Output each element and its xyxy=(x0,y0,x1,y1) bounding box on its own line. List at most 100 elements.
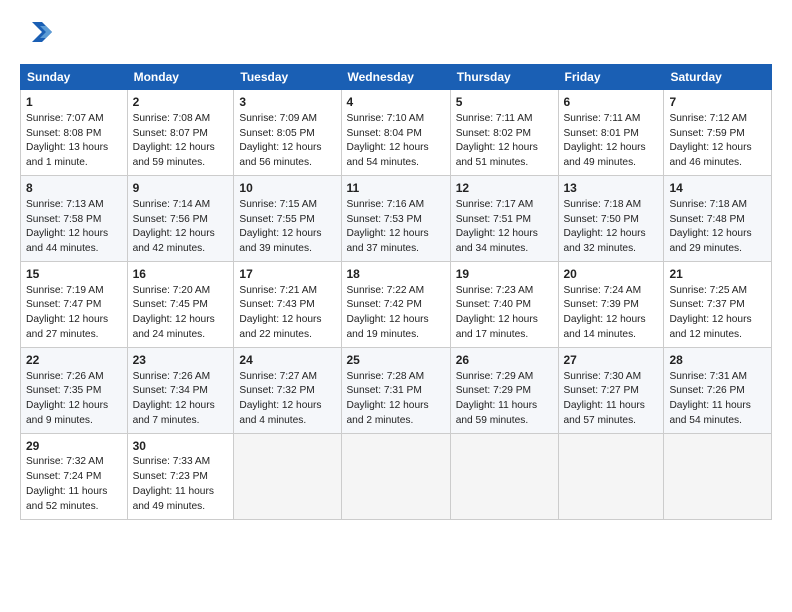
calendar-cell: 12Sunrise: 7:17 AM Sunset: 7:51 PM Dayli… xyxy=(450,175,558,261)
calendar-cell: 26Sunrise: 7:29 AM Sunset: 7:29 PM Dayli… xyxy=(450,347,558,433)
calendar-header-saturday: Saturday xyxy=(664,65,772,90)
day-number: 4 xyxy=(347,94,445,111)
day-number: 12 xyxy=(456,180,553,197)
day-info: Sunrise: 7:10 AM Sunset: 8:04 PM Dayligh… xyxy=(347,112,445,171)
calendar-cell: 1Sunrise: 7:07 AM Sunset: 8:08 PM Daylig… xyxy=(21,90,128,176)
calendar-cell: 14Sunrise: 7:18 AM Sunset: 7:48 PM Dayli… xyxy=(664,175,772,261)
day-number: 20 xyxy=(564,266,659,283)
calendar-cell: 24Sunrise: 7:27 AM Sunset: 7:32 PM Dayli… xyxy=(234,347,341,433)
day-number: 6 xyxy=(564,94,659,111)
calendar-cell: 16Sunrise: 7:20 AM Sunset: 7:45 PM Dayli… xyxy=(127,261,234,347)
day-info: Sunrise: 7:29 AM Sunset: 7:29 PM Dayligh… xyxy=(456,370,553,429)
calendar-header-wednesday: Wednesday xyxy=(341,65,450,90)
calendar-week-4: 22Sunrise: 7:26 AM Sunset: 7:35 PM Dayli… xyxy=(21,347,772,433)
day-info: Sunrise: 7:14 AM Sunset: 7:56 PM Dayligh… xyxy=(133,198,229,257)
day-info: Sunrise: 7:25 AM Sunset: 7:37 PM Dayligh… xyxy=(669,284,766,343)
day-info: Sunrise: 7:31 AM Sunset: 7:26 PM Dayligh… xyxy=(669,370,766,429)
day-info: Sunrise: 7:16 AM Sunset: 7:53 PM Dayligh… xyxy=(347,198,445,257)
day-number: 10 xyxy=(239,180,335,197)
day-info: Sunrise: 7:18 AM Sunset: 7:50 PM Dayligh… xyxy=(564,198,659,257)
calendar-header-thursday: Thursday xyxy=(450,65,558,90)
calendar-cell: 9Sunrise: 7:14 AM Sunset: 7:56 PM Daylig… xyxy=(127,175,234,261)
calendar-cell: 15Sunrise: 7:19 AM Sunset: 7:47 PM Dayli… xyxy=(21,261,128,347)
calendar-cell xyxy=(558,433,664,519)
calendar-cell xyxy=(450,433,558,519)
day-info: Sunrise: 7:12 AM Sunset: 7:59 PM Dayligh… xyxy=(669,112,766,171)
day-number: 29 xyxy=(26,438,122,455)
calendar-cell: 20Sunrise: 7:24 AM Sunset: 7:39 PM Dayli… xyxy=(558,261,664,347)
day-number: 21 xyxy=(669,266,766,283)
day-number: 22 xyxy=(26,352,122,369)
day-info: Sunrise: 7:07 AM Sunset: 8:08 PM Dayligh… xyxy=(26,112,122,171)
day-number: 3 xyxy=(239,94,335,111)
day-number: 19 xyxy=(456,266,553,283)
day-number: 23 xyxy=(133,352,229,369)
day-info: Sunrise: 7:18 AM Sunset: 7:48 PM Dayligh… xyxy=(669,198,766,257)
calendar-cell: 28Sunrise: 7:31 AM Sunset: 7:26 PM Dayli… xyxy=(664,347,772,433)
day-info: Sunrise: 7:21 AM Sunset: 7:43 PM Dayligh… xyxy=(239,284,335,343)
day-number: 17 xyxy=(239,266,335,283)
day-info: Sunrise: 7:26 AM Sunset: 7:34 PM Dayligh… xyxy=(133,370,229,429)
calendar-cell: 27Sunrise: 7:30 AM Sunset: 7:27 PM Dayli… xyxy=(558,347,664,433)
calendar: SundayMondayTuesdayWednesdayThursdayFrid… xyxy=(20,64,772,520)
day-number: 11 xyxy=(347,180,445,197)
day-number: 2 xyxy=(133,94,229,111)
calendar-cell xyxy=(341,433,450,519)
day-info: Sunrise: 7:15 AM Sunset: 7:55 PM Dayligh… xyxy=(239,198,335,257)
day-number: 7 xyxy=(669,94,766,111)
calendar-cell: 30Sunrise: 7:33 AM Sunset: 7:23 PM Dayli… xyxy=(127,433,234,519)
day-info: Sunrise: 7:28 AM Sunset: 7:31 PM Dayligh… xyxy=(347,370,445,429)
day-number: 5 xyxy=(456,94,553,111)
day-info: Sunrise: 7:09 AM Sunset: 8:05 PM Dayligh… xyxy=(239,112,335,171)
calendar-header-row: SundayMondayTuesdayWednesdayThursdayFrid… xyxy=(21,65,772,90)
calendar-cell: 10Sunrise: 7:15 AM Sunset: 7:55 PM Dayli… xyxy=(234,175,341,261)
calendar-header-friday: Friday xyxy=(558,65,664,90)
calendar-week-1: 1Sunrise: 7:07 AM Sunset: 8:08 PM Daylig… xyxy=(21,90,772,176)
day-info: Sunrise: 7:13 AM Sunset: 7:58 PM Dayligh… xyxy=(26,198,122,257)
day-number: 26 xyxy=(456,352,553,369)
calendar-week-3: 15Sunrise: 7:19 AM Sunset: 7:47 PM Dayli… xyxy=(21,261,772,347)
calendar-cell xyxy=(664,433,772,519)
calendar-cell: 13Sunrise: 7:18 AM Sunset: 7:50 PM Dayli… xyxy=(558,175,664,261)
calendar-cell: 18Sunrise: 7:22 AM Sunset: 7:42 PM Dayli… xyxy=(341,261,450,347)
day-info: Sunrise: 7:11 AM Sunset: 8:02 PM Dayligh… xyxy=(456,112,553,171)
day-info: Sunrise: 7:33 AM Sunset: 7:23 PM Dayligh… xyxy=(133,455,229,514)
calendar-cell: 6Sunrise: 7:11 AM Sunset: 8:01 PM Daylig… xyxy=(558,90,664,176)
day-info: Sunrise: 7:20 AM Sunset: 7:45 PM Dayligh… xyxy=(133,284,229,343)
day-number: 25 xyxy=(347,352,445,369)
day-info: Sunrise: 7:23 AM Sunset: 7:40 PM Dayligh… xyxy=(456,284,553,343)
day-number: 30 xyxy=(133,438,229,455)
calendar-cell: 7Sunrise: 7:12 AM Sunset: 7:59 PM Daylig… xyxy=(664,90,772,176)
day-number: 24 xyxy=(239,352,335,369)
day-info: Sunrise: 7:32 AM Sunset: 7:24 PM Dayligh… xyxy=(26,455,122,514)
calendar-cell: 3Sunrise: 7:09 AM Sunset: 8:05 PM Daylig… xyxy=(234,90,341,176)
day-number: 13 xyxy=(564,180,659,197)
day-info: Sunrise: 7:26 AM Sunset: 7:35 PM Dayligh… xyxy=(26,370,122,429)
page: SundayMondayTuesdayWednesdayThursdayFrid… xyxy=(0,0,792,612)
calendar-cell: 2Sunrise: 7:08 AM Sunset: 8:07 PM Daylig… xyxy=(127,90,234,176)
calendar-cell: 22Sunrise: 7:26 AM Sunset: 7:35 PM Dayli… xyxy=(21,347,128,433)
day-number: 14 xyxy=(669,180,766,197)
day-info: Sunrise: 7:24 AM Sunset: 7:39 PM Dayligh… xyxy=(564,284,659,343)
calendar-cell: 5Sunrise: 7:11 AM Sunset: 8:02 PM Daylig… xyxy=(450,90,558,176)
calendar-header-monday: Monday xyxy=(127,65,234,90)
calendar-cell: 11Sunrise: 7:16 AM Sunset: 7:53 PM Dayli… xyxy=(341,175,450,261)
calendar-cell: 25Sunrise: 7:28 AM Sunset: 7:31 PM Dayli… xyxy=(341,347,450,433)
logo-icon xyxy=(20,18,56,54)
header xyxy=(20,18,772,54)
calendar-cell: 17Sunrise: 7:21 AM Sunset: 7:43 PM Dayli… xyxy=(234,261,341,347)
logo xyxy=(20,18,60,54)
day-info: Sunrise: 7:30 AM Sunset: 7:27 PM Dayligh… xyxy=(564,370,659,429)
day-number: 8 xyxy=(26,180,122,197)
day-number: 16 xyxy=(133,266,229,283)
calendar-week-5: 29Sunrise: 7:32 AM Sunset: 7:24 PM Dayli… xyxy=(21,433,772,519)
day-number: 15 xyxy=(26,266,122,283)
day-number: 27 xyxy=(564,352,659,369)
day-number: 18 xyxy=(347,266,445,283)
calendar-cell: 21Sunrise: 7:25 AM Sunset: 7:37 PM Dayli… xyxy=(664,261,772,347)
calendar-cell: 4Sunrise: 7:10 AM Sunset: 8:04 PM Daylig… xyxy=(341,90,450,176)
day-number: 9 xyxy=(133,180,229,197)
day-info: Sunrise: 7:11 AM Sunset: 8:01 PM Dayligh… xyxy=(564,112,659,171)
calendar-cell: 19Sunrise: 7:23 AM Sunset: 7:40 PM Dayli… xyxy=(450,261,558,347)
day-number: 28 xyxy=(669,352,766,369)
